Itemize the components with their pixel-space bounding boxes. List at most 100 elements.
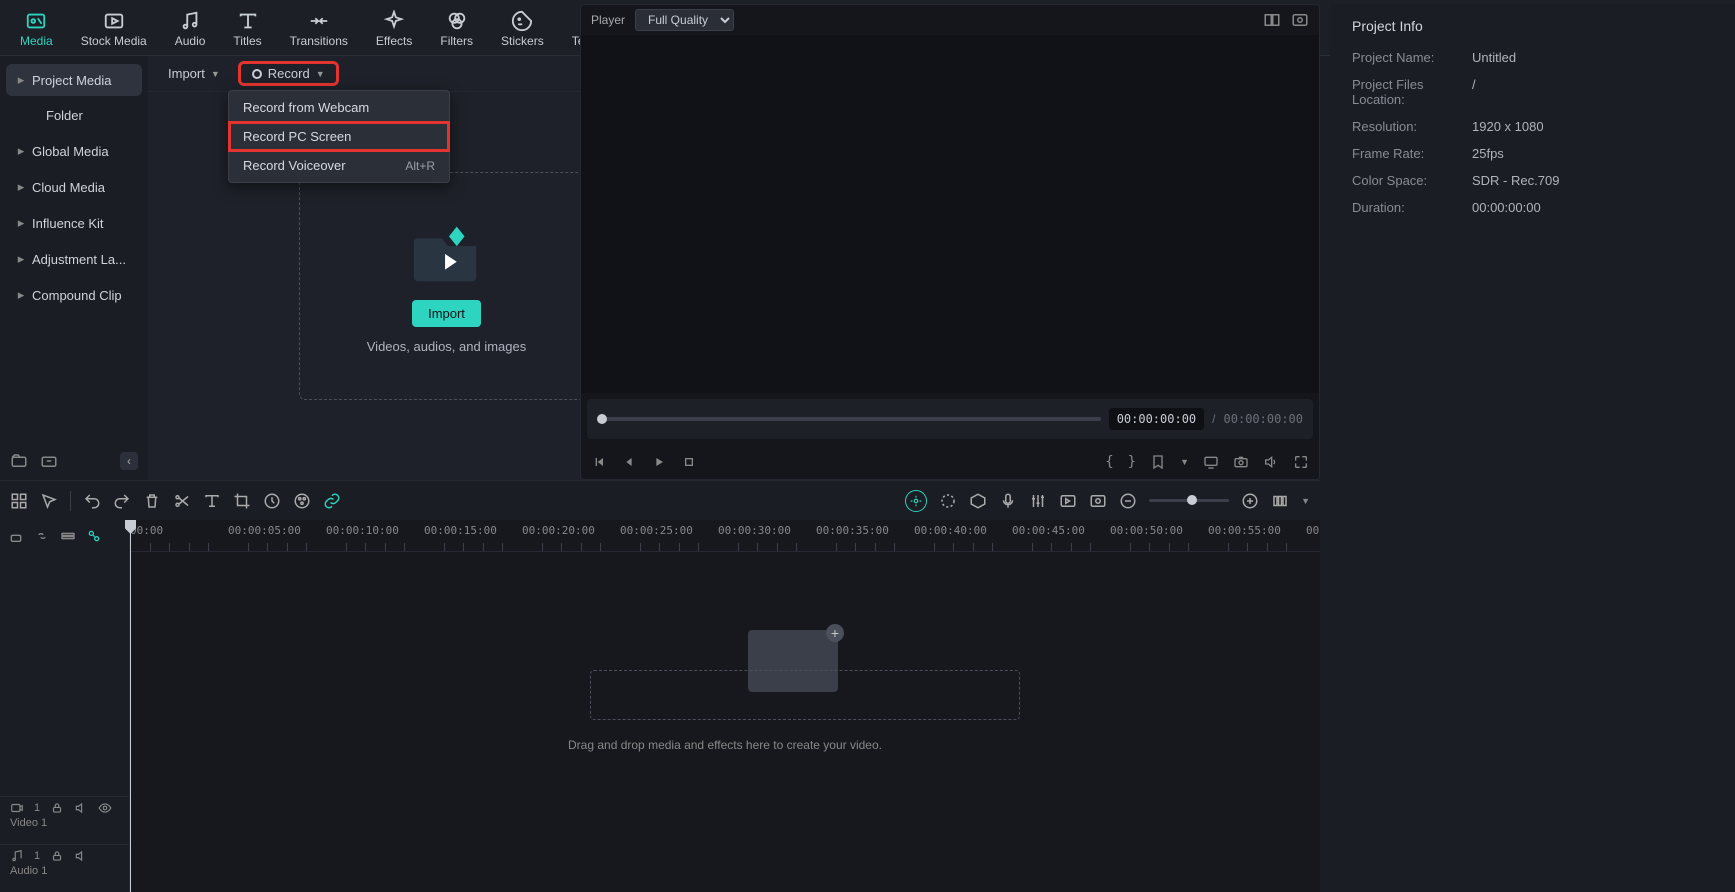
sidebar-item-folder[interactable]: Folder	[6, 100, 142, 131]
ai-tool-icon[interactable]	[905, 490, 927, 512]
tab-audio[interactable]: Audio	[165, 5, 216, 55]
timeline-ruler[interactable]: 00:0000:00:05:0000:00:10:0000:00:15:0000…	[130, 520, 1320, 552]
import-label: Import	[168, 66, 205, 81]
stop-icon[interactable]	[681, 454, 697, 470]
zoom-out-icon[interactable]	[1119, 492, 1137, 510]
display-settings-icon[interactable]	[1203, 454, 1219, 470]
timeline-body[interactable]: 00:0000:00:05:0000:00:10:0000:00:15:0000…	[130, 520, 1320, 892]
sidebar-item-influence-kit[interactable]: ▸Influence Kit	[6, 207, 142, 239]
sidebar-item-project-media[interactable]: ▸Project Media	[6, 64, 142, 96]
zoom-handle[interactable]	[1187, 495, 1197, 505]
auto-ripple-icon[interactable]	[86, 528, 102, 544]
sidebar-item-global-media[interactable]: ▸Global Media	[6, 135, 142, 167]
undo-icon[interactable]	[83, 492, 101, 510]
chevron-down-icon: ▼	[316, 69, 325, 79]
screenshot-tool-icon[interactable]	[1089, 492, 1107, 510]
record-menu: Record from Webcam Record PC Screen Reco…	[228, 90, 450, 183]
crop-icon[interactable]	[233, 492, 251, 510]
mark-out-icon[interactable]: }	[1128, 454, 1136, 470]
tab-filters[interactable]: Filters	[430, 5, 483, 55]
fullscreen-icon[interactable]	[1293, 454, 1309, 470]
link-track-icon[interactable]	[34, 528, 50, 544]
marker-icon[interactable]	[1150, 454, 1166, 470]
select-tool-icon[interactable]	[40, 492, 58, 510]
info-value: 25fps	[1472, 146, 1504, 161]
info-key: Resolution:	[1352, 119, 1472, 134]
snapshot-icon[interactable]	[1291, 11, 1309, 29]
speed-icon[interactable]	[263, 492, 281, 510]
add-clip-icon[interactable]: +	[826, 624, 844, 642]
link-icon[interactable]	[323, 492, 341, 510]
render-icon[interactable]	[1059, 492, 1077, 510]
ruler-tick: 00:00:35:00	[816, 524, 889, 537]
voiceover-icon[interactable]	[999, 492, 1017, 510]
tab-effects[interactable]: Effects	[366, 5, 422, 55]
keyframe-icon[interactable]	[939, 492, 957, 510]
media-icon	[25, 10, 47, 32]
info-value: 00:00:00:00	[1472, 200, 1541, 215]
compare-view-icon[interactable]	[1263, 11, 1281, 29]
tab-stock-media[interactable]: Stock Media	[71, 5, 157, 55]
track-header-tools	[0, 520, 129, 552]
menu-item-record-voiceover[interactable]: Record VoiceoverAlt+R	[229, 151, 449, 180]
menu-item-record-webcam[interactable]: Record from Webcam	[229, 93, 449, 122]
zoom-slider[interactable]	[1149, 499, 1229, 502]
tab-transitions[interactable]: Transitions	[280, 5, 358, 55]
new-bin-icon[interactable]	[40, 452, 58, 470]
tab-label: Effects	[376, 34, 412, 48]
redo-icon[interactable]	[113, 492, 131, 510]
split-icon[interactable]	[173, 492, 191, 510]
lock-track-icon[interactable]	[8, 528, 24, 544]
divider	[70, 491, 71, 511]
track-header-audio1[interactable]: 1 Audio 1	[0, 844, 129, 892]
progress-track[interactable]	[597, 417, 1101, 421]
player-quality-select[interactable]: Full Quality	[635, 9, 734, 31]
visibility-icon[interactable]	[98, 801, 112, 815]
tab-media[interactable]: Media	[10, 5, 63, 55]
sidebar-label: Folder	[46, 108, 83, 123]
snap-icon[interactable]	[10, 492, 28, 510]
sidebar-item-compound-clip[interactable]: ▸Compound Clip	[6, 279, 142, 311]
delete-icon[interactable]	[143, 492, 161, 510]
mute-icon[interactable]	[74, 801, 88, 815]
time-separator: /	[1212, 412, 1215, 426]
chevron-down-icon[interactable]: ▼	[1301, 496, 1310, 506]
camera-snapshot-icon[interactable]	[1233, 454, 1249, 470]
text-icon[interactable]	[203, 492, 221, 510]
effects-icon	[383, 10, 405, 32]
info-row-colorspace: Color Space:SDR - Rec.709	[1352, 173, 1713, 188]
sidebar-item-cloud-media[interactable]: ▸Cloud Media	[6, 171, 142, 203]
play-backward-icon[interactable]	[621, 454, 637, 470]
tab-titles[interactable]: Titles	[223, 5, 271, 55]
volume-icon[interactable]	[1263, 454, 1279, 470]
tab-stickers[interactable]: Stickers	[491, 5, 554, 55]
marker-add-icon[interactable]	[969, 492, 987, 510]
record-dropdown[interactable]: Record▼	[240, 63, 337, 84]
collapse-sidebar-button[interactable]: ‹	[120, 452, 138, 470]
progress-handle[interactable]	[597, 414, 607, 424]
import-dropdown[interactable]: Import▼	[158, 62, 230, 85]
menu-item-record-pc-screen[interactable]: Record PC Screen	[229, 122, 449, 151]
audio-mixer-icon[interactable]	[1029, 492, 1047, 510]
chevron-down-icon[interactable]: ▼	[1180, 457, 1189, 467]
color-icon[interactable]	[293, 492, 311, 510]
mute-icon[interactable]	[74, 849, 88, 863]
stock-media-icon	[103, 10, 125, 32]
playhead[interactable]	[130, 520, 131, 892]
sidebar-item-adjustment-layer[interactable]: ▸Adjustment La...	[6, 243, 142, 275]
info-row-framerate: Frame Rate:25fps	[1352, 146, 1713, 161]
play-icon[interactable]	[651, 454, 667, 470]
lock-icon[interactable]	[50, 801, 64, 815]
mark-in-icon[interactable]: {	[1105, 454, 1113, 470]
media-dropzone[interactable]: Import Videos, audios, and images	[299, 172, 595, 400]
new-folder-icon[interactable]	[10, 452, 28, 470]
import-button[interactable]: Import	[412, 300, 481, 327]
ruler-tick: 00:00:05:00	[228, 524, 301, 537]
track-view-icon[interactable]	[60, 528, 76, 544]
lock-icon[interactable]	[50, 849, 64, 863]
prev-frame-icon[interactable]	[591, 454, 607, 470]
timeline-dropzone[interactable]	[590, 670, 1020, 720]
zoom-fit-icon[interactable]	[1271, 492, 1289, 510]
zoom-in-icon[interactable]	[1241, 492, 1259, 510]
track-header-video1[interactable]: 1 Video 1	[0, 796, 129, 844]
